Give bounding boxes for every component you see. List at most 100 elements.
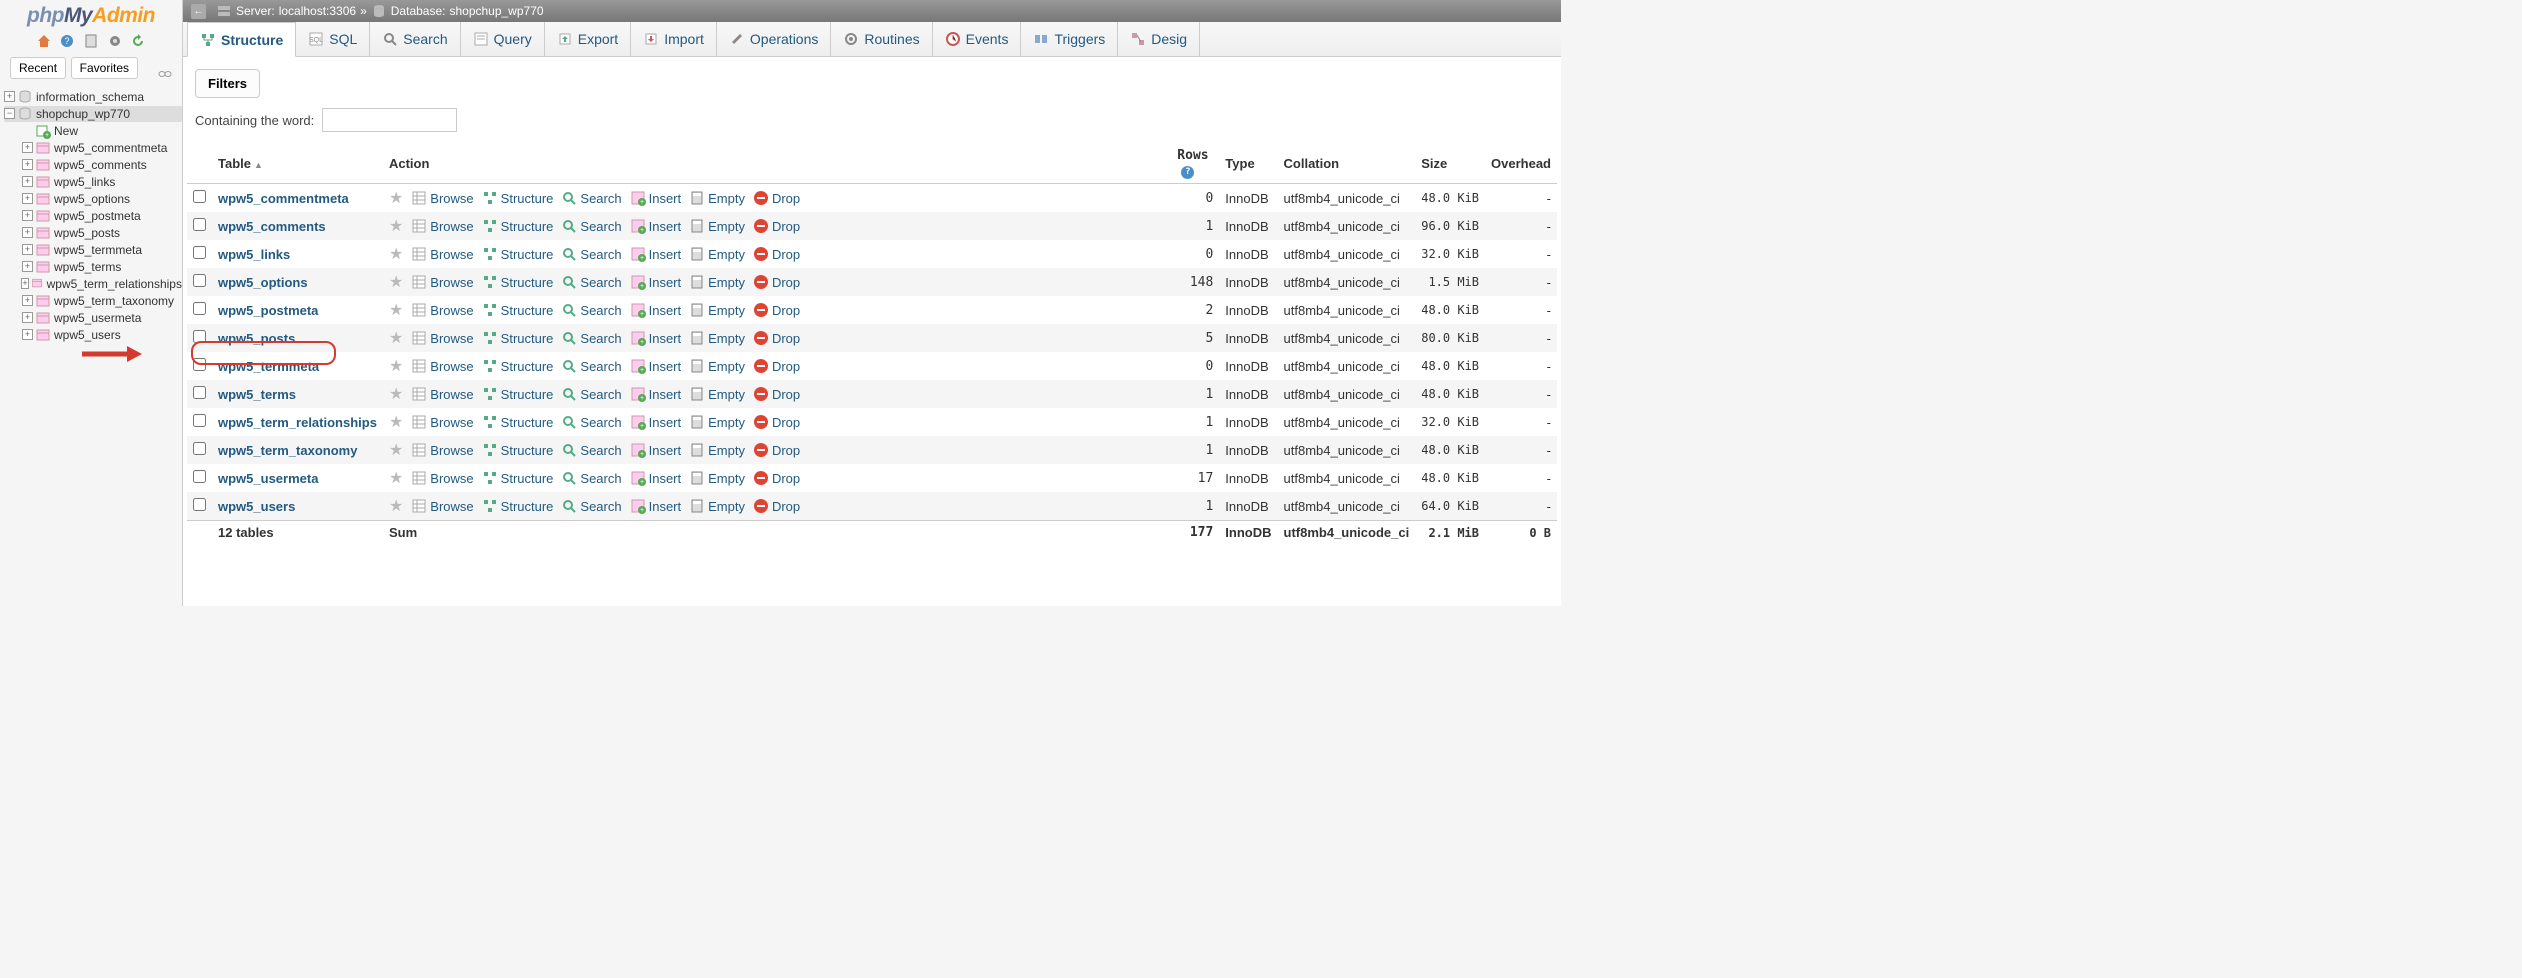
empty-link[interactable]: Empty <box>689 190 745 206</box>
tab-operations[interactable]: Operations <box>717 22 831 56</box>
collapse-icon[interactable]: − <box>4 108 15 119</box>
expand-icon[interactable]: + <box>22 261 33 272</box>
structure-link[interactable]: Structure <box>482 414 554 430</box>
drop-link[interactable]: Drop <box>753 190 800 206</box>
insert-link[interactable]: +Insert <box>630 442 682 458</box>
favorite-star-icon[interactable]: ★ <box>389 300 403 320</box>
col-overhead[interactable]: Overhead <box>1485 144 1557 184</box>
expand-icon[interactable]: + <box>22 312 33 323</box>
empty-link[interactable]: Empty <box>689 358 745 374</box>
browse-link[interactable]: Browse <box>411 302 473 318</box>
tree-db-shopchup_wp770[interactable]: −shopchup_wp770 <box>4 106 182 122</box>
row-checkbox[interactable] <box>193 386 206 399</box>
tree-table-wpw5_posts[interactable]: +wpw5_posts <box>16 225 182 241</box>
insert-link[interactable]: +Insert <box>630 358 682 374</box>
favorite-star-icon[interactable]: ★ <box>389 188 403 208</box>
tree-table-wpw5_comments[interactable]: +wpw5_comments <box>16 157 182 173</box>
browse-link[interactable]: Browse <box>411 330 473 346</box>
tree-table-wpw5_usermeta[interactable]: +wpw5_usermeta <box>16 310 182 326</box>
structure-link[interactable]: Structure <box>482 358 554 374</box>
structure-link[interactable]: Structure <box>482 442 554 458</box>
tab-import[interactable]: Import <box>631 22 717 56</box>
drop-link[interactable]: Drop <box>753 442 800 458</box>
expand-icon[interactable]: + <box>22 159 33 170</box>
empty-link[interactable]: Empty <box>689 330 745 346</box>
favorite-star-icon[interactable]: ★ <box>389 356 403 376</box>
drop-link[interactable]: Drop <box>753 274 800 290</box>
insert-link[interactable]: +Insert <box>630 498 682 514</box>
drop-link[interactable]: Drop <box>753 358 800 374</box>
tree-table-wpw5_options[interactable]: +wpw5_options <box>16 191 182 207</box>
table-name-link[interactable]: wpw5_posts <box>218 331 295 346</box>
col-size[interactable]: Size <box>1415 144 1485 184</box>
structure-link[interactable]: Structure <box>482 386 554 402</box>
insert-link[interactable]: +Insert <box>630 414 682 430</box>
favorites-button[interactable]: Favorites <box>71 57 138 79</box>
row-checkbox[interactable] <box>193 330 206 343</box>
favorite-star-icon[interactable]: ★ <box>389 272 403 292</box>
browse-link[interactable]: Browse <box>411 358 473 374</box>
empty-link[interactable]: Empty <box>689 442 745 458</box>
expand-icon[interactable]: + <box>22 227 33 238</box>
tree-table-wpw5_postmeta[interactable]: +wpw5_postmeta <box>16 208 182 224</box>
table-name-link[interactable]: wpw5_options <box>218 275 308 290</box>
insert-link[interactable]: +Insert <box>630 190 682 206</box>
empty-link[interactable]: Empty <box>689 302 745 318</box>
bc-db-link[interactable]: shopchup_wp770 <box>449 4 543 18</box>
table-name-link[interactable]: wpw5_term_taxonomy <box>218 443 357 458</box>
insert-link[interactable]: +Insert <box>630 218 682 234</box>
row-checkbox[interactable] <box>193 218 206 231</box>
tree-db-information_schema[interactable]: +information_schema <box>4 89 182 105</box>
empty-link[interactable]: Empty <box>689 470 745 486</box>
tree-table-wpw5_links[interactable]: +wpw5_links <box>16 174 182 190</box>
expand-icon[interactable]: + <box>22 193 33 204</box>
search-link[interactable]: Search <box>561 414 621 430</box>
filter-input[interactable] <box>322 108 457 132</box>
drop-link[interactable]: Drop <box>753 470 800 486</box>
tree-table-wpw5_users[interactable]: +wpw5_users <box>16 327 182 343</box>
row-checkbox[interactable] <box>193 358 206 371</box>
tab-search[interactable]: Search <box>370 22 460 56</box>
tab-events[interactable]: Events <box>933 22 1022 56</box>
favorite-star-icon[interactable]: ★ <box>389 244 403 264</box>
logout-icon[interactable]: ? <box>59 33 75 49</box>
structure-link[interactable]: Structure <box>482 218 554 234</box>
favorite-star-icon[interactable]: ★ <box>389 384 403 404</box>
structure-link[interactable]: Structure <box>482 498 554 514</box>
drop-link[interactable]: Drop <box>753 218 800 234</box>
tree-table-new[interactable]: +New <box>16 123 182 139</box>
row-checkbox[interactable] <box>193 302 206 315</box>
empty-link[interactable]: Empty <box>689 386 745 402</box>
insert-link[interactable]: +Insert <box>630 470 682 486</box>
table-name-link[interactable]: wpw5_users <box>218 499 295 514</box>
search-link[interactable]: Search <box>561 386 621 402</box>
table-name-link[interactable]: wpw5_termmeta <box>218 359 319 374</box>
empty-link[interactable]: Empty <box>689 274 745 290</box>
search-link[interactable]: Search <box>561 442 621 458</box>
drop-link[interactable]: Drop <box>753 330 800 346</box>
row-checkbox[interactable] <box>193 274 206 287</box>
recent-button[interactable]: Recent <box>10 57 66 79</box>
browse-link[interactable]: Browse <box>411 498 473 514</box>
expand-icon[interactable]: + <box>22 142 33 153</box>
row-checkbox[interactable] <box>193 470 206 483</box>
expand-icon[interactable]: + <box>22 210 33 221</box>
structure-link[interactable]: Structure <box>482 274 554 290</box>
drop-link[interactable]: Drop <box>753 414 800 430</box>
expand-icon[interactable]: + <box>22 244 33 255</box>
home-icon[interactable] <box>36 33 52 49</box>
row-checkbox[interactable] <box>193 498 206 511</box>
tab-export[interactable]: Export <box>545 22 631 56</box>
drop-link[interactable]: Drop <box>753 386 800 402</box>
browse-link[interactable]: Browse <box>411 246 473 262</box>
tree-table-wpw5_terms[interactable]: +wpw5_terms <box>16 259 182 275</box>
col-type[interactable]: Type <box>1219 144 1277 184</box>
empty-link[interactable]: Empty <box>689 246 745 262</box>
search-link[interactable]: Search <box>561 498 621 514</box>
search-link[interactable]: Search <box>561 190 621 206</box>
tab-sql[interactable]: SQLSQL <box>296 22 370 56</box>
search-link[interactable]: Search <box>561 358 621 374</box>
drop-link[interactable]: Drop <box>753 498 800 514</box>
browse-link[interactable]: Browse <box>411 442 473 458</box>
browse-link[interactable]: Browse <box>411 218 473 234</box>
